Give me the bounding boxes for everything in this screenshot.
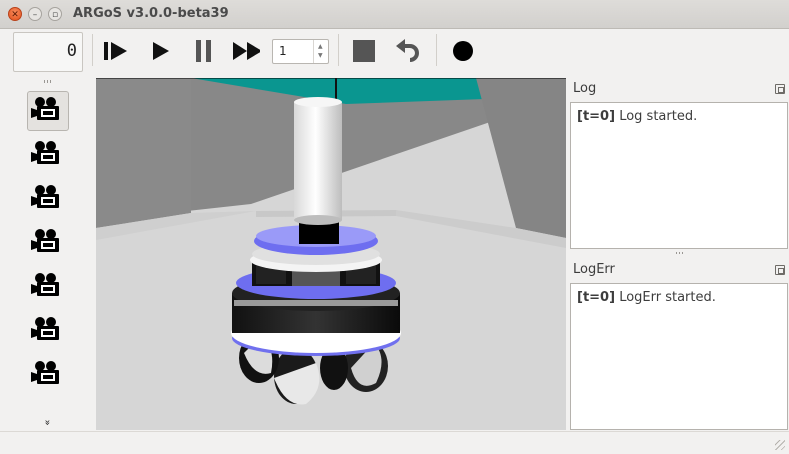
spin-up-icon[interactable]: ▲ — [318, 43, 323, 50]
camera-button[interactable] — [27, 267, 69, 307]
reset-icon — [396, 39, 419, 62]
stop-button[interactable] — [350, 37, 378, 65]
step-counter-value: 0 — [66, 41, 77, 61]
camera-icon — [31, 184, 65, 214]
camera-icon — [31, 316, 65, 346]
left-wall — [96, 78, 191, 228]
pause-button[interactable] — [190, 37, 218, 65]
camera-button[interactable] — [27, 223, 69, 263]
log-panel[interactable]: [t=0] Log started. — [570, 102, 788, 249]
logerr-entry-message: LogErr started. — [619, 290, 716, 305]
dock-grip[interactable] — [44, 80, 52, 83]
spin-down-icon[interactable]: ▼ — [318, 52, 323, 59]
status-bar — [0, 431, 789, 454]
camera-icon — [31, 228, 65, 258]
panel-splitter[interactable] — [676, 252, 684, 254]
fast-forward-icon — [233, 42, 260, 60]
3d-view[interactable] — [96, 78, 566, 430]
camera-icon — [31, 360, 65, 390]
camera-button[interactable] — [27, 355, 69, 395]
title-bar: ✕ – ▫ ARGoS v3.0.0-beta39 — [0, 0, 789, 29]
speed-value: 1 — [279, 44, 287, 58]
more-cameras-icon[interactable]: » — [42, 419, 53, 425]
close-window-button[interactable]: ✕ — [8, 7, 22, 21]
speed-spinbox[interactable]: 1 ▲ ▼ — [272, 39, 329, 64]
stop-icon — [353, 40, 375, 62]
toolbar-separator — [92, 34, 93, 66]
record-button[interactable] — [449, 37, 477, 65]
record-icon — [453, 41, 473, 61]
window-title: ARGoS v3.0.0-beta39 — [73, 6, 229, 21]
play-button[interactable] — [146, 37, 174, 65]
camera-button[interactable] — [27, 91, 69, 131]
camera-icon — [31, 272, 65, 302]
camera-icon — [31, 96, 65, 126]
logerr-float-icon[interactable] — [775, 265, 785, 275]
reset-button[interactable] — [394, 37, 422, 65]
minimize-window-button[interactable]: – — [28, 7, 42, 21]
arena-scene — [96, 78, 566, 430]
logerr-entry: [t=0] LogErr started. — [577, 290, 781, 305]
resize-grip-icon[interactable] — [775, 440, 785, 450]
camera-button[interactable] — [27, 179, 69, 219]
play-icon — [153, 42, 169, 60]
step-button[interactable] — [102, 37, 130, 65]
fast-forward-button[interactable] — [232, 37, 260, 65]
logerr-panel[interactable]: [t=0] LogErr started. — [570, 283, 788, 430]
step-counter-display: 0 — [13, 32, 83, 72]
camera-button[interactable] — [27, 135, 69, 175]
step-icon — [104, 42, 127, 60]
spin-arrows[interactable]: ▲ ▼ — [313, 40, 328, 63]
log-entry-message: Log started. — [619, 109, 698, 124]
log-title: Log — [573, 81, 597, 96]
pause-icon — [196, 40, 211, 62]
log-entry-prefix: [t=0] — [577, 109, 616, 124]
toolbar-separator — [338, 34, 339, 66]
log-float-icon[interactable] — [775, 84, 785, 94]
log-entry: [t=0] Log started. — [577, 109, 781, 124]
maximize-window-button[interactable]: ▫ — [48, 7, 62, 21]
logerr-entry-prefix: [t=0] — [577, 290, 616, 305]
toolbar-separator — [436, 34, 437, 66]
logerr-title: LogErr — [573, 262, 615, 277]
camera-icon — [31, 140, 65, 170]
camera-button[interactable] — [27, 311, 69, 351]
